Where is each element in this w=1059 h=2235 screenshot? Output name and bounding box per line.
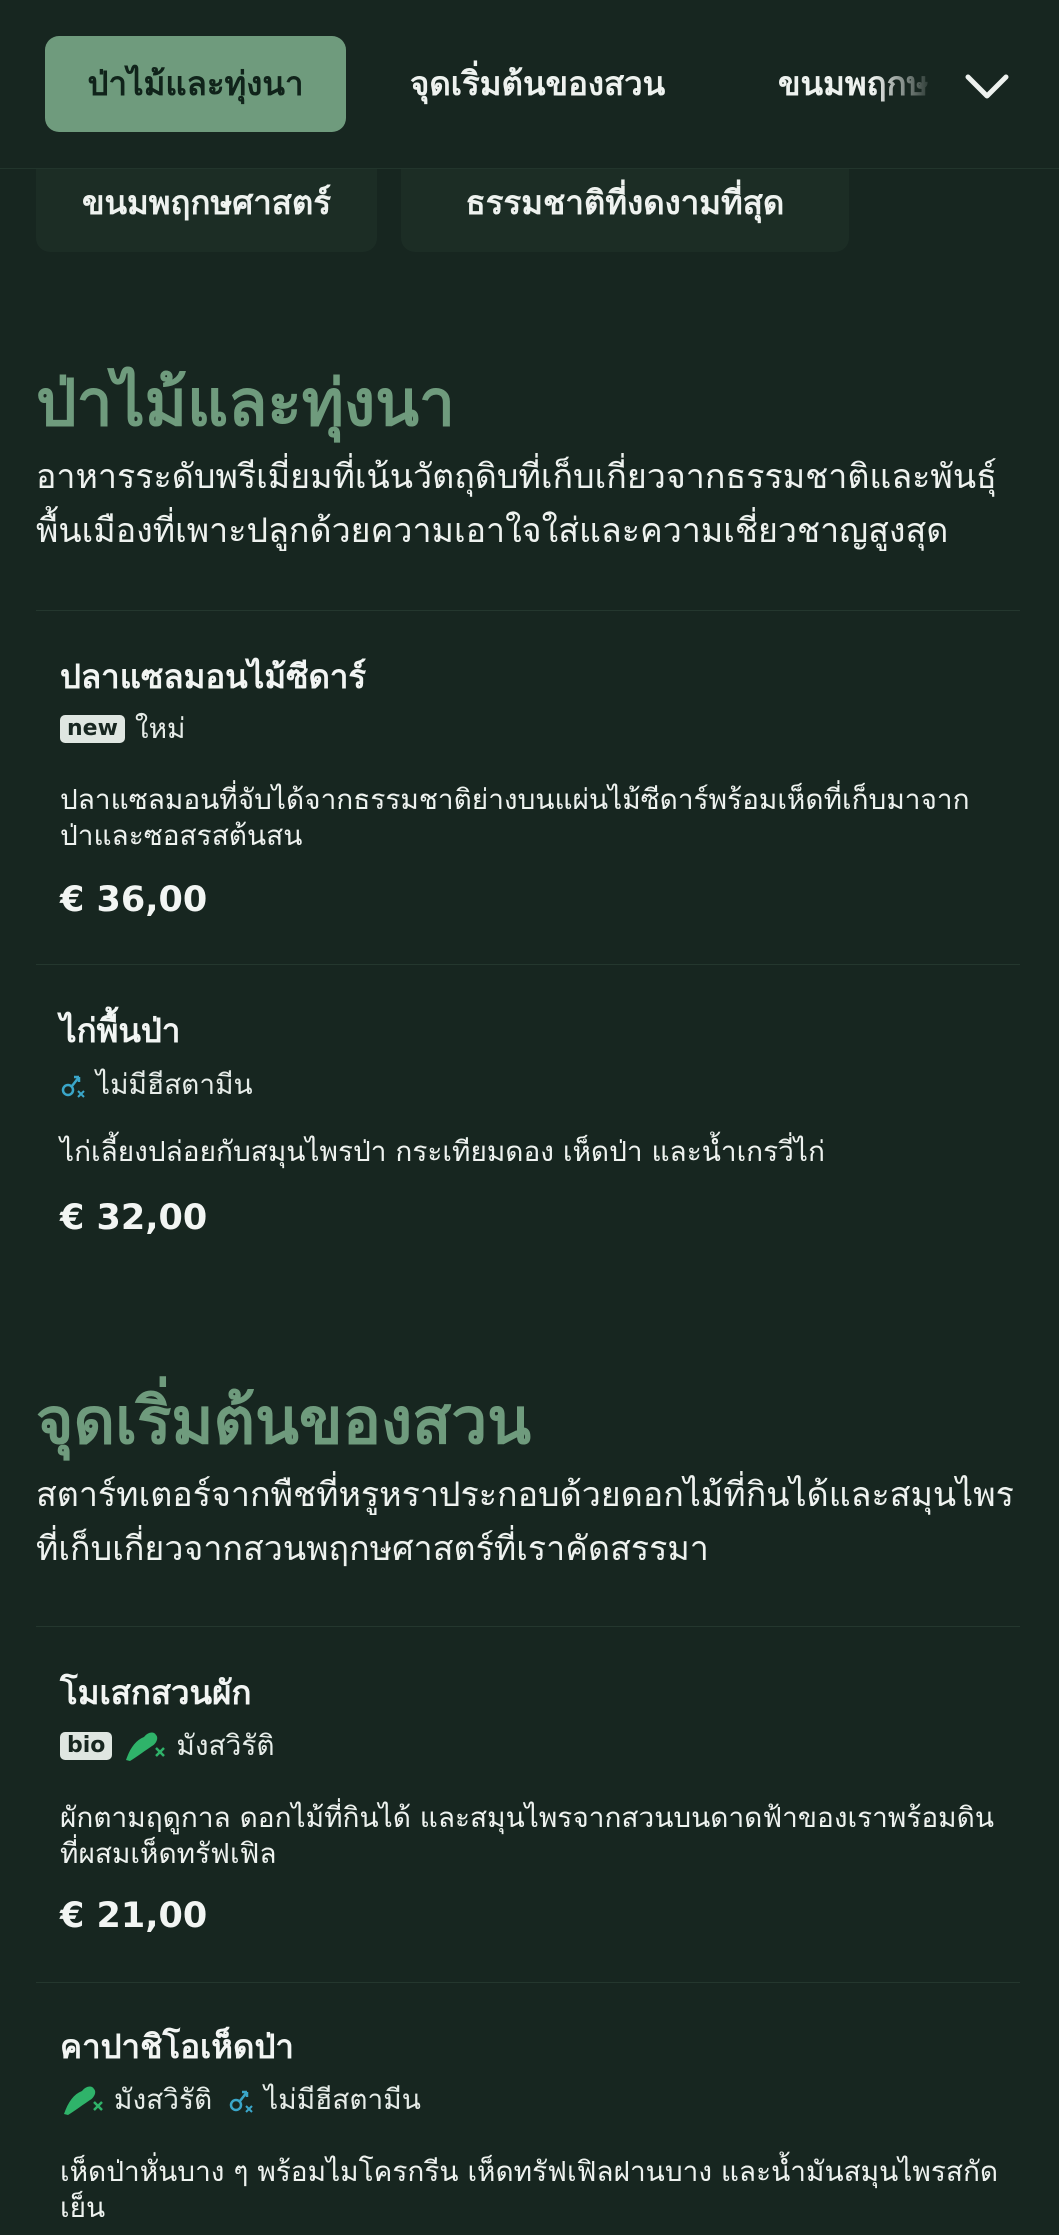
divider	[36, 1982, 1020, 1983]
bio-badge: bio	[60, 1732, 113, 1760]
menu-item-price: € 36,00	[60, 880, 208, 920]
section-title: จุดเริ่มต้นของสวน	[36, 1385, 531, 1459]
tag-label: ไม่มีฮีสตามีน	[96, 1068, 253, 1101]
divider	[36, 610, 1020, 611]
divider	[36, 964, 1020, 965]
histamine-free-icon	[60, 1070, 86, 1100]
tab-forest-field[interactable]: ป่าไม้และทุ่งนา	[45, 36, 346, 132]
section-title: ป่าไม้และทุ่งนา	[36, 367, 455, 441]
menu-item-name: ไก่พื้นป่า	[60, 1011, 181, 1050]
menu-item-tags: bio มังสวิรัติ	[60, 1726, 281, 1766]
chip-botanical-dessert[interactable]: ขนมพฤกษศาสตร์	[36, 168, 377, 252]
category-nav: ป่าไม้และทุ่งนา จุดเริ่มต้นของสวน ขนมพฤก…	[0, 0, 1059, 169]
menu-item-price: € 21,00	[60, 1896, 208, 1936]
menu-item-name: โมเสกสวนผัก	[60, 1673, 252, 1712]
menu-item-description: ปลาแซลมอนที่จับได้จากธรรมชาติย่างบนแผ่นไ…	[60, 783, 970, 852]
section-description: สตาร์ทเตอร์จากพืชที่หรูหราประกอบด้วยดอกไ…	[36, 1475, 1014, 1569]
menu-item-description: ไก่เลี้ยงปล่อยกับสมุนไพรป่า กระเทียมดอง …	[60, 1135, 825, 1168]
tag-label: มังสวิรัติ	[114, 2083, 213, 2116]
menu-item-description: ผักตามฤดูกาล ดอกไม้ที่กินได้ และสมุนไพรจ…	[60, 1801, 994, 1870]
menu-item-name: ปลาแซลมอนไม้ซีดาร์	[60, 657, 367, 696]
vegetarian-icon	[60, 2082, 104, 2118]
menu-item-tags: ไม่มีฮีสตามีน	[60, 1065, 259, 1105]
divider	[36, 1626, 1020, 1627]
tab-garden-start[interactable]: จุดเริ่มต้นของสวน	[410, 36, 665, 132]
chip-finest-nature[interactable]: ธรรมชาติที่งดงามที่สุด	[401, 168, 849, 252]
menu-item-tags: มังสวิรัติ ไม่มีฮีสตามีน	[60, 2080, 427, 2120]
chevron-down-icon[interactable]	[962, 62, 1012, 112]
histamine-free-icon	[228, 2085, 254, 2115]
menu-item-name: คาปาชิโอเห็ดป่า	[60, 2027, 294, 2066]
tab-botanical-dessert[interactable]: ขนมพฤกษ	[778, 36, 936, 132]
new-badge: new	[60, 715, 125, 743]
section-description: อาหารระดับพรีเมี่ยมที่เน้นวัตถุดิบที่เก็…	[36, 457, 997, 551]
menu-item-tags: new ใหม่	[60, 709, 192, 749]
menu-item-price: € 32,00	[60, 1198, 208, 1238]
tag-label: ใหม่	[134, 712, 186, 745]
vegetarian-icon	[122, 1728, 166, 1764]
tag-label: มังสวิรัติ	[176, 1729, 275, 1762]
tag-label: ไม่มีฮีสตามีน	[264, 2083, 421, 2116]
menu-item-description: เห็ดป่าหั่นบาง ๆ พร้อมไมโครกรีน เห็ดทรัฟ…	[60, 2155, 999, 2224]
